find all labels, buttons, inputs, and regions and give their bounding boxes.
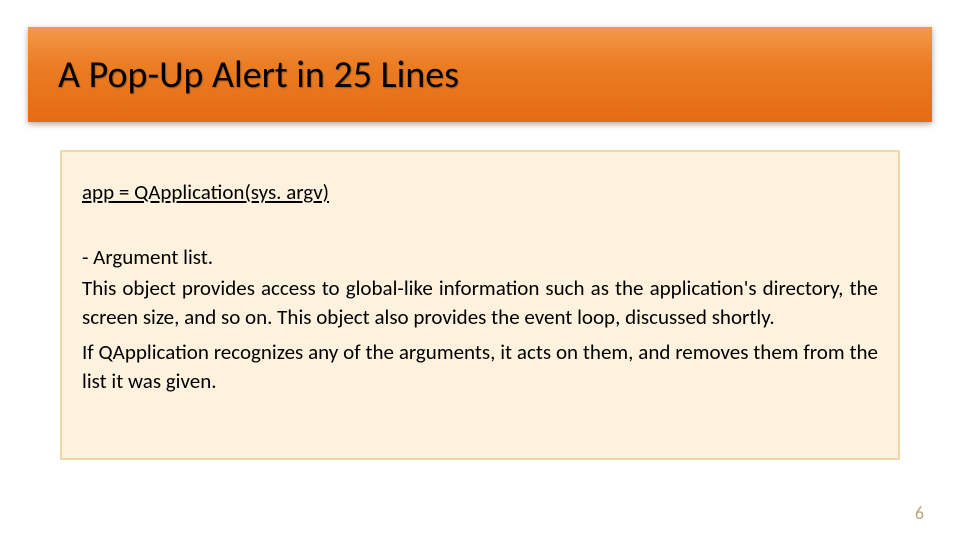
paragraph-description-1: This object provides access to global-li…: [82, 274, 878, 332]
slide-title-bar: A Pop-Up Alert in 25 Lines: [28, 27, 932, 122]
code-line: app = QApplication(sys. argv): [82, 178, 878, 207]
content-panel: app = QApplication(sys. argv) - Argument…: [60, 150, 900, 460]
bullet-argument-list: - Argument list.: [82, 243, 878, 272]
paragraph-description-2: If QApplication recognizes any of the ar…: [82, 338, 878, 396]
slide-title: A Pop-Up Alert in 25 Lines: [58, 52, 459, 98]
page-number: 6: [915, 502, 924, 524]
